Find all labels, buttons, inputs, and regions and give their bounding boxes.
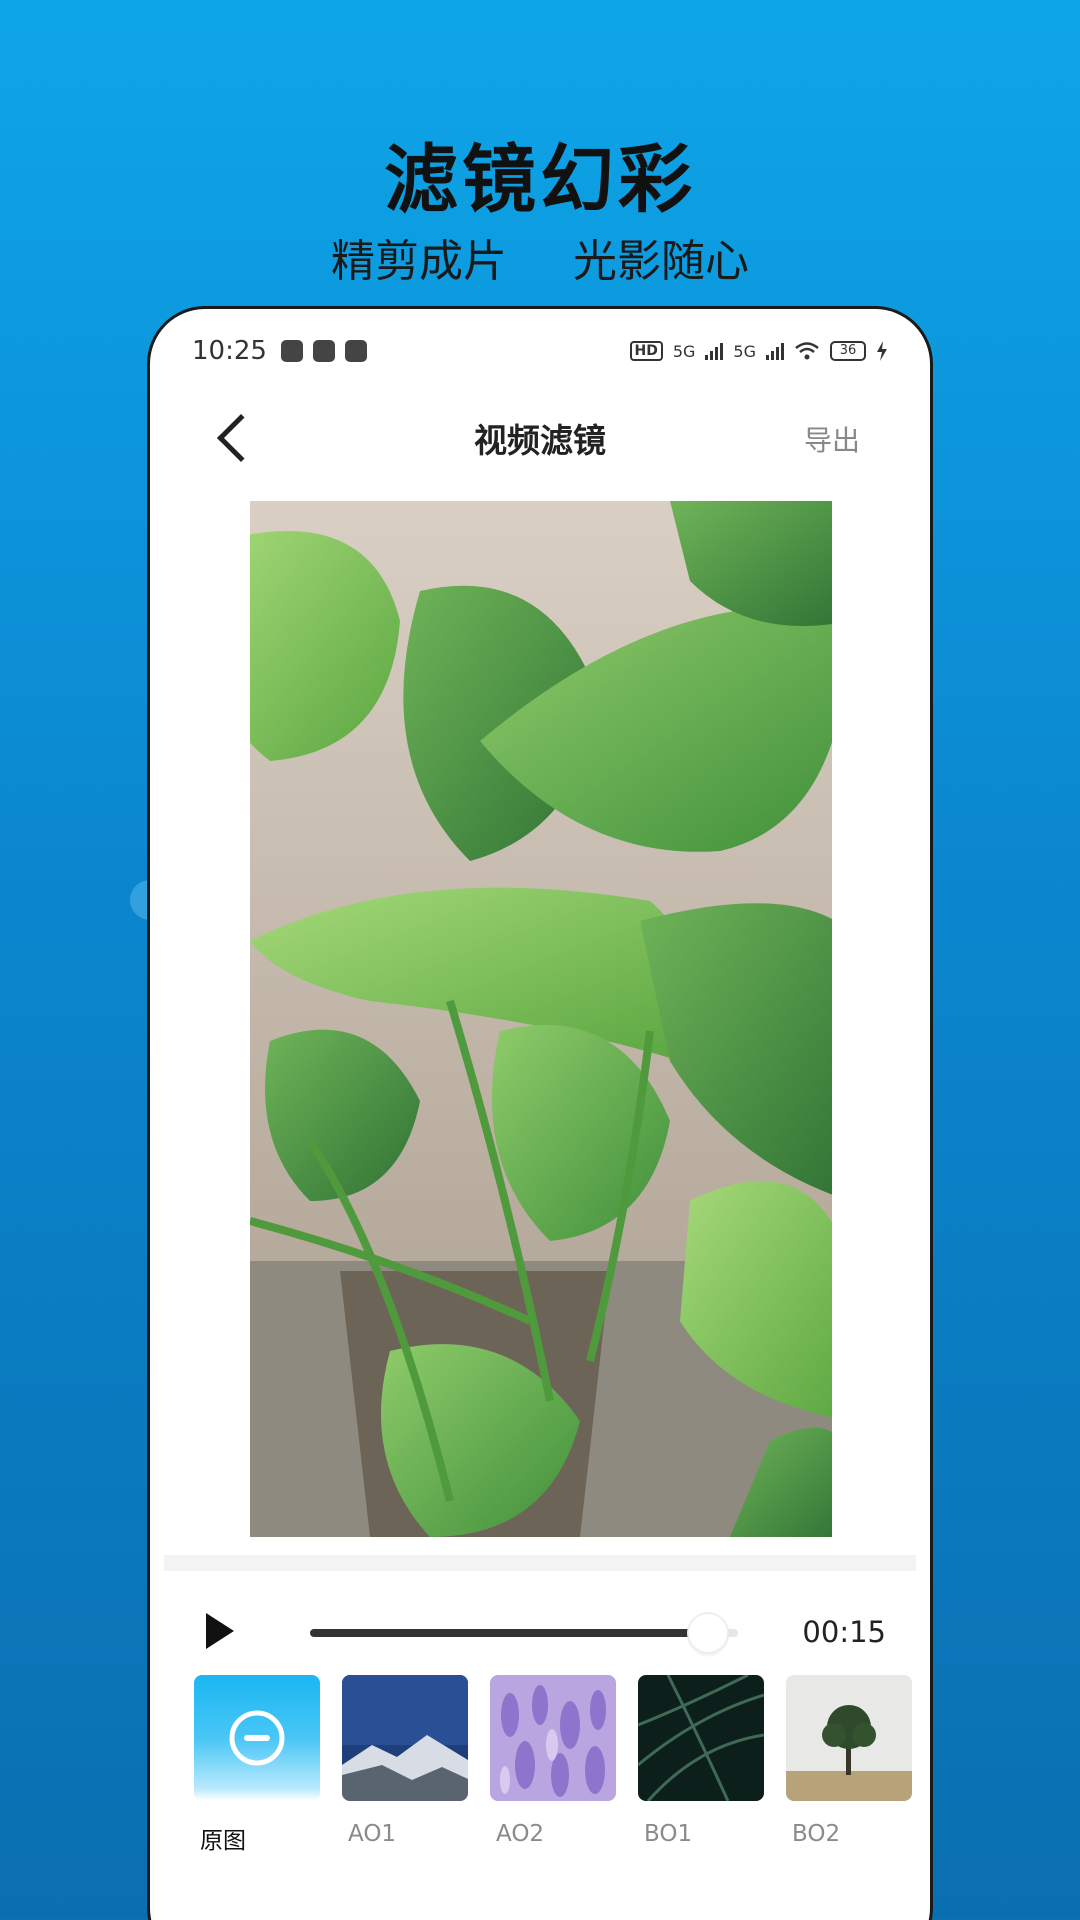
phone-frame: 10:25 HD 5G 5G 36 视频滤镜 导出 00:15 原图 AO1 A… xyxy=(147,306,933,1920)
export-button[interactable]: 导出 xyxy=(804,419,860,459)
wifi-icon xyxy=(795,342,819,360)
playback-controls: 00:15 xyxy=(164,1591,916,1671)
battery-icon: 36 xyxy=(830,341,866,361)
page-title: 视频滤镜 xyxy=(474,421,606,460)
network-label-1: 5G xyxy=(672,341,696,361)
filter-item-ao1[interactable]: AO1 xyxy=(342,1675,468,1855)
signal-icon-2 xyxy=(766,342,784,360)
grass-image xyxy=(638,1675,764,1801)
filter-thumb-original xyxy=(194,1675,320,1801)
lavender-image xyxy=(490,1675,616,1801)
mountain-image xyxy=(342,1675,468,1801)
tagline-left: 精剪成片 xyxy=(331,236,507,287)
notification-icon xyxy=(280,340,303,362)
plant-photo xyxy=(250,501,832,1537)
nav-bar: 视频滤镜 导出 xyxy=(164,403,916,473)
filter-item-ao2[interactable]: AO2 xyxy=(490,1675,616,1855)
no-filter-icon xyxy=(229,1710,285,1766)
promo-tagline: 精剪成片 光影随心 xyxy=(0,225,1080,289)
filter-item-bo1[interactable]: BO1 xyxy=(638,1675,764,1855)
filter-thumb-tree xyxy=(786,1675,912,1801)
filter-label: 原图 xyxy=(200,1828,246,1854)
filter-item-bo2[interactable]: BO2 xyxy=(786,1675,912,1855)
filter-thumb-mountains xyxy=(342,1675,468,1801)
tree-image xyxy=(786,1675,912,1801)
signal-icon xyxy=(705,342,724,360)
app-icon xyxy=(344,340,367,362)
duration-label: 00:15 xyxy=(802,1615,886,1649)
filter-label: BO1 xyxy=(644,1821,693,1847)
status-bar: 10:25 HD 5G 5G 36 xyxy=(164,323,916,379)
status-indicators: HD 5G 5G 36 xyxy=(629,341,889,361)
filter-item-original[interactable]: 原图 xyxy=(194,1675,320,1855)
filter-thumb-grass xyxy=(638,1675,764,1801)
filter-label: AO1 xyxy=(348,1821,397,1847)
progress-knob[interactable] xyxy=(689,1614,728,1652)
charging-icon xyxy=(877,341,887,361)
tagline-right: 光影随心 xyxy=(573,236,749,287)
progress-track[interactable] xyxy=(310,1614,738,1652)
section-divider xyxy=(164,1555,916,1571)
back-chevron-icon[interactable] xyxy=(216,413,266,463)
filter-list: 原图 AO1 AO2 BO1 BO2 xyxy=(194,1675,916,1855)
progress-fill xyxy=(310,1629,709,1637)
network-label-2: 5G xyxy=(733,341,756,361)
media-icon xyxy=(312,340,335,362)
hd-icon: HD xyxy=(629,341,663,361)
video-preview[interactable] xyxy=(250,501,832,1537)
filter-label: BO2 xyxy=(792,1821,841,1847)
play-icon[interactable] xyxy=(206,1613,234,1649)
status-time: 10:25 xyxy=(192,336,267,366)
filter-thumb-lavender xyxy=(490,1675,616,1801)
filter-label: AO2 xyxy=(496,1821,545,1847)
promo-headline: 滤镜幻彩 xyxy=(384,137,696,223)
app-screen: 10:25 HD 5G 5G 36 视频滤镜 导出 00:15 原图 AO1 A… xyxy=(164,323,916,1920)
